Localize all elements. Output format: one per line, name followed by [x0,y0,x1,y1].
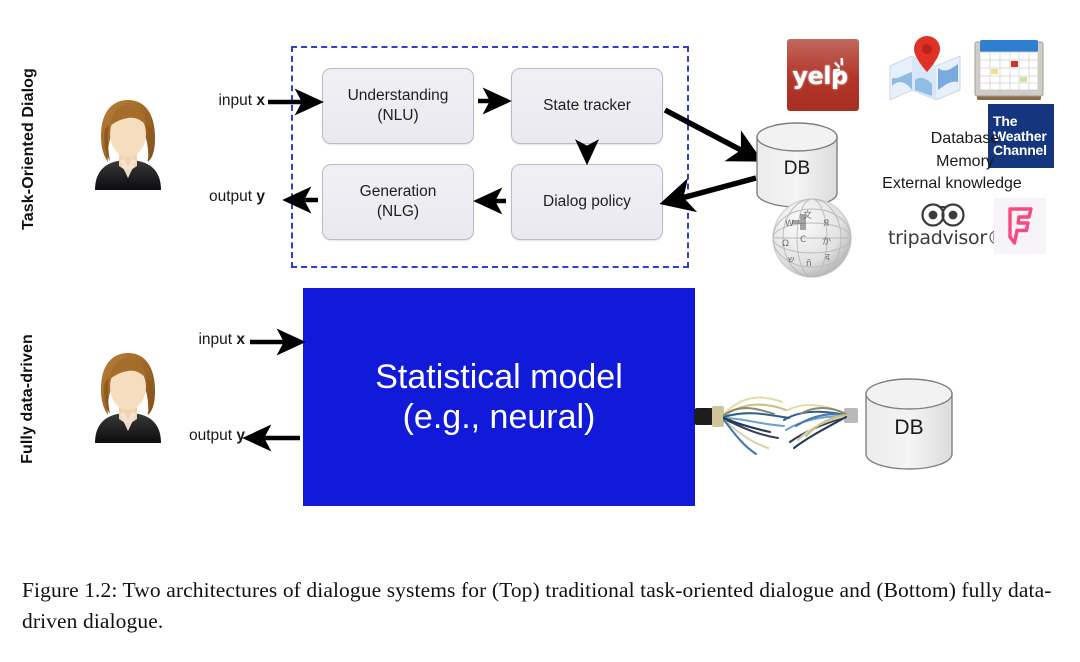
knowledge-line-2: Memory [936,152,994,170]
svg-text:か: か [822,236,831,247]
tripadvisor-logo-text: tripadvisor® [888,227,1006,249]
weather-channel-line-1: The [993,112,1018,129]
foursquare-logo[interactable] [994,198,1046,254]
calendar-icon[interactable] [973,38,1045,109]
database-icon: DB [865,378,953,470]
knowledge-types-text: Database Memory External knowledge [880,128,1050,196]
yelp-burst-icon [833,58,846,78]
foursquare-f-icon [1008,207,1033,245]
figure-canvas: Task-Oriented Dialog Fully data-driven i… [0,0,1080,662]
figure-caption: Figure 1.2: Two architectures of dialogu… [22,578,1052,634]
wikipedia-globe-icon[interactable]: W文Я ΩCか שñद [770,196,854,285]
svg-text:द: द [825,253,830,263]
cable-icon [694,396,858,456]
knowledge-line-1: Database [930,130,1000,147]
desk-calendar-icon [974,40,1044,100]
svg-text:ש: ש [788,255,794,265]
yelp-tile: yelp [787,39,859,111]
frayed-cable-connector [694,370,874,475]
database-cylinder-bottom: DB [862,378,956,475]
maps-icon[interactable] [888,34,966,111]
svg-text:Ω: Ω [782,239,789,249]
arrow-state-tracker-to-db [663,107,763,162]
wikipedia-puzzle-globe-icon: W文Я ΩCか ש ñद [772,198,852,278]
database-label-bottom: DB [894,416,923,439]
knowledge-line-3: External knowledge [882,175,1022,193]
arrow-db-to-policy [659,175,757,213]
tripadvisor-owl-icon [921,203,965,227]
folded-map-icon [889,36,961,101]
tripadvisor-logo[interactable]: tripadvisor® [888,203,1006,249]
database-label-top: DB [784,158,810,179]
svg-text:Я: Я [823,219,829,229]
svg-text:ñ: ñ [806,259,812,269]
svg-text:C: C [800,235,806,245]
foursquare-tile [994,198,1046,254]
yelp-logo[interactable]: yelp [787,39,859,111]
